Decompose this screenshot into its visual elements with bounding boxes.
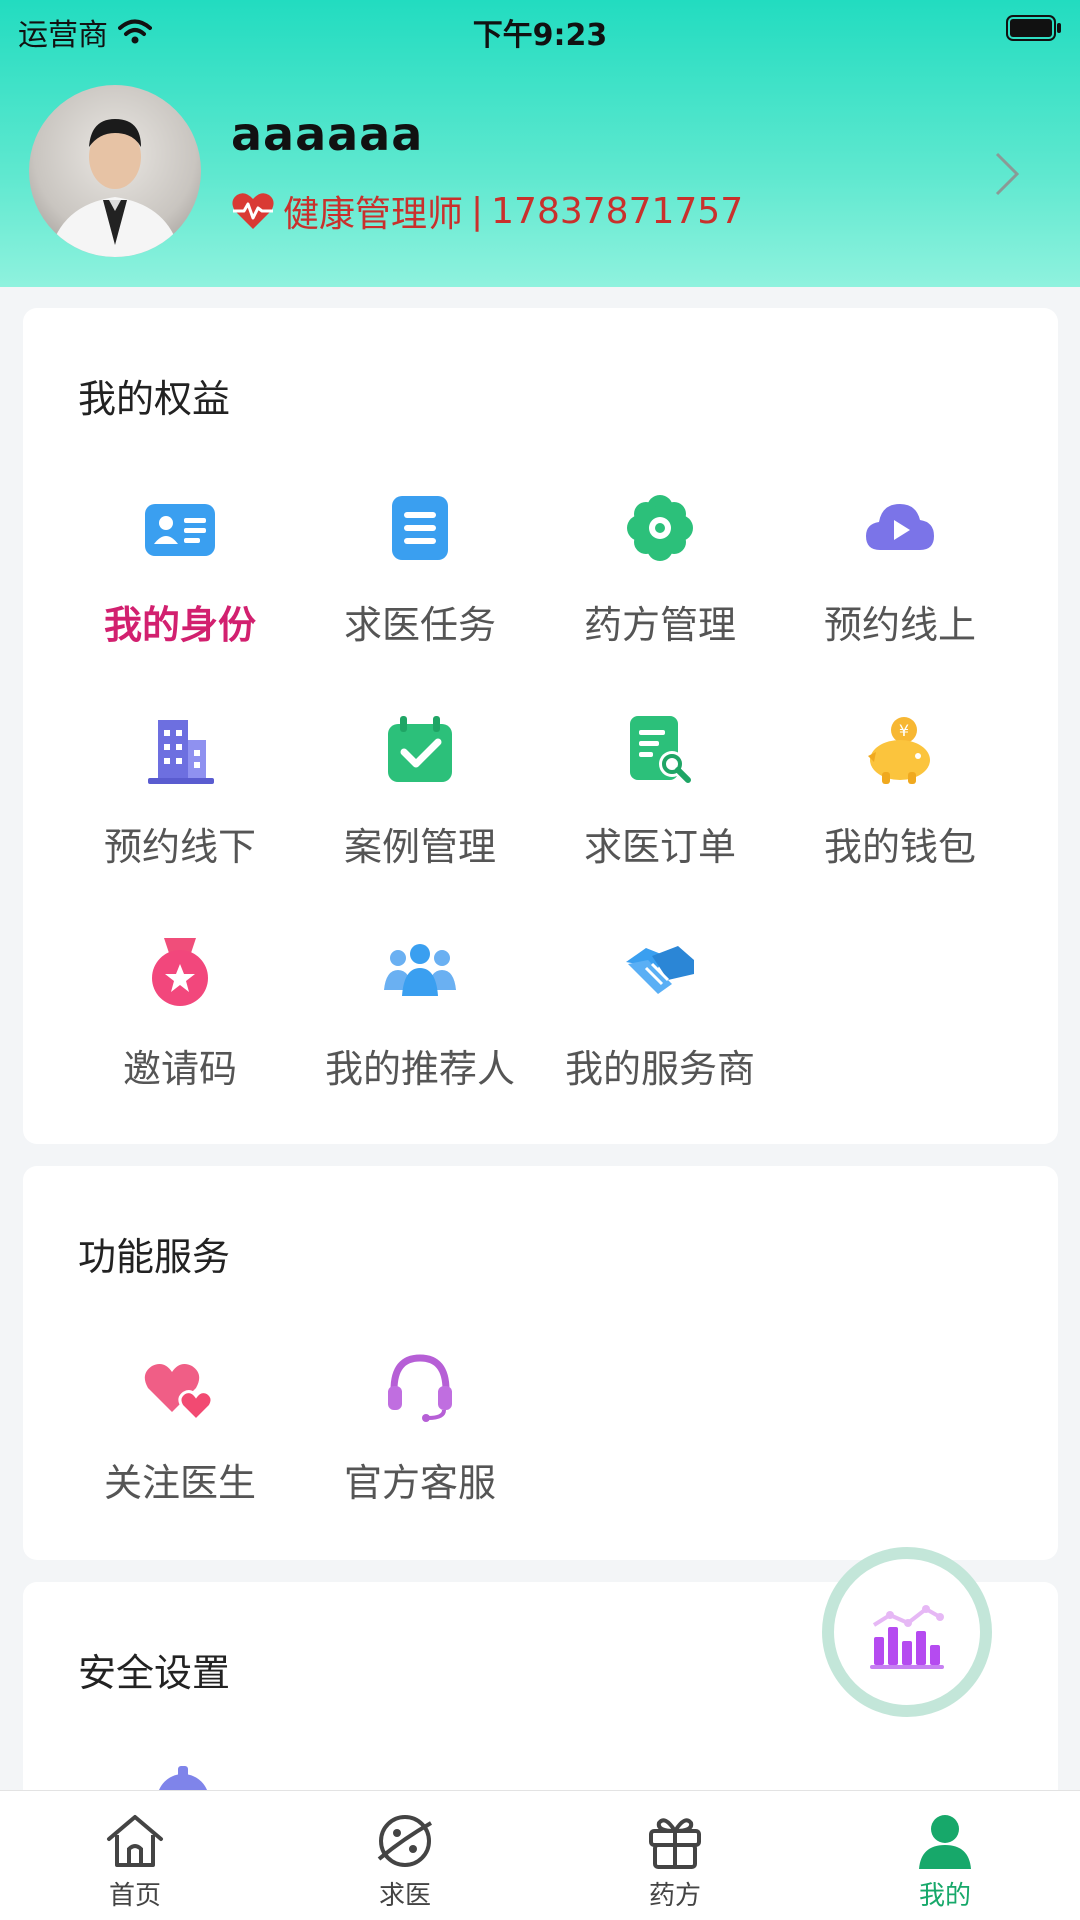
profile-summary[interactable]: aaaaaa 健康管理师 | 17837871757 — [0, 85, 1080, 260]
tab-seek-doctor[interactable]: 求医 — [270, 1791, 540, 1920]
building-icon — [148, 720, 214, 784]
bottom-tab-bar: 首页 求医 药方 我的 — [0, 1790, 1080, 1920]
user-icon — [919, 1815, 971, 1869]
grid-item-label: 案例管理 — [343, 825, 496, 869]
grid-item-label: 我的身份 — [103, 603, 256, 647]
services-card: 功能服务 关注医生 官方客服 — [23, 1166, 1058, 1560]
status-bar: 运营商 下午9:23 — [0, 0, 1080, 56]
rights-card: 我的权益 我的身份 求医任务 药方管理 预约线上 预约线下 案例管理 求医订单 … — [23, 308, 1058, 1144]
grid-item-seek-order[interactable]: 求医订单 — [540, 712, 780, 882]
grid-item-label: 求医任务 — [343, 603, 496, 647]
battery-icon — [1006, 14, 1062, 49]
rights-title: 我的权益 — [78, 377, 231, 421]
gift-box-icon — [649, 1818, 701, 1869]
grid-item-label: 预约线上 — [823, 603, 976, 647]
grid-item-my-identity[interactable]: 我的身份 — [60, 490, 300, 660]
planet-icon — [377, 1815, 432, 1867]
grid-item-label: 求医订单 — [583, 825, 736, 869]
grid-item-label: 我的服务商 — [564, 1047, 755, 1091]
grid-item-seek-task[interactable]: 求医任务 — [300, 490, 540, 660]
calendar-check-icon — [388, 716, 452, 782]
chevron-right-icon[interactable] — [994, 151, 1020, 201]
stats-floating-button[interactable] — [822, 1547, 992, 1717]
role-label: 健康管理师 — [283, 194, 464, 235]
grid-item-label: 我的推荐人 — [324, 1047, 515, 1091]
bar-chart-icon — [870, 1605, 944, 1669]
grid-item-label: 我的钱包 — [823, 825, 976, 869]
role-line: 健康管理师 | 17837871757 — [231, 185, 743, 237]
grid-item-book-offline[interactable]: 预约线下 — [60, 712, 300, 882]
grid-item-my-referrer[interactable]: 我的推荐人 — [300, 934, 540, 1104]
flower-icon — [627, 495, 693, 561]
tab-home[interactable]: 首页 — [0, 1791, 270, 1920]
people-group-icon — [384, 944, 456, 996]
grid-item-prescription-manage[interactable]: 药方管理 — [540, 490, 780, 660]
hearts-icon — [144, 1364, 214, 1423]
tab-prescription[interactable]: 药方 — [540, 1791, 810, 1920]
grid-item-official-support[interactable]: 官方客服 — [300, 1348, 540, 1518]
profile-header: 运营商 下午9:23 aaaaaa 健康管理师 | 17837871757 — [0, 0, 1080, 287]
handshake-icon — [626, 946, 694, 994]
grid-item-my-wallet[interactable]: ¥ 我的钱包 — [780, 712, 1020, 882]
document-search-icon — [630, 716, 691, 783]
services-title: 功能服务 — [78, 1235, 231, 1279]
medal-star-icon — [152, 938, 208, 1006]
grid-item-my-provider[interactable]: 我的服务商 — [540, 934, 780, 1104]
id-card-icon — [145, 504, 215, 556]
phone-number: 17837871757 — [491, 190, 744, 232]
security-title: 安全设置 — [78, 1651, 231, 1695]
grid-item-case-manage[interactable]: 案例管理 — [300, 712, 540, 882]
tab-label: 药方 — [648, 1881, 701, 1911]
role-separator: | — [471, 190, 484, 232]
tab-label: 求医 — [378, 1881, 431, 1911]
grid-item-label: 邀请码 — [122, 1047, 237, 1091]
grid-item-label: 关注医生 — [103, 1461, 256, 1505]
grid-item-invite-code[interactable]: 邀请码 — [60, 934, 300, 1104]
svg-text:¥: ¥ — [899, 721, 909, 740]
username: aaaaaa — [231, 107, 424, 161]
grid-item-label: 药方管理 — [583, 603, 736, 647]
grid-item-label: 官方客服 — [343, 1461, 496, 1505]
heart-pulse-icon — [232, 193, 274, 229]
task-list-icon — [392, 496, 448, 560]
avatar[interactable] — [29, 85, 201, 257]
tab-mine[interactable]: 我的 — [810, 1791, 1080, 1920]
tab-label: 首页 — [108, 1881, 161, 1911]
headset-icon — [388, 1354, 452, 1422]
status-time: 下午9:23 — [472, 18, 608, 53]
grid-item-follow-doctor[interactable]: 关注医生 — [60, 1348, 300, 1518]
tab-label: 我的 — [918, 1881, 971, 1911]
grid-item-book-online[interactable]: 预约线上 — [780, 490, 1020, 660]
home-icon — [107, 1815, 163, 1867]
piggy-bank-icon: ¥ — [868, 717, 930, 784]
grid-item-label: 预约线下 — [103, 825, 256, 869]
cloud-play-icon — [866, 504, 934, 550]
